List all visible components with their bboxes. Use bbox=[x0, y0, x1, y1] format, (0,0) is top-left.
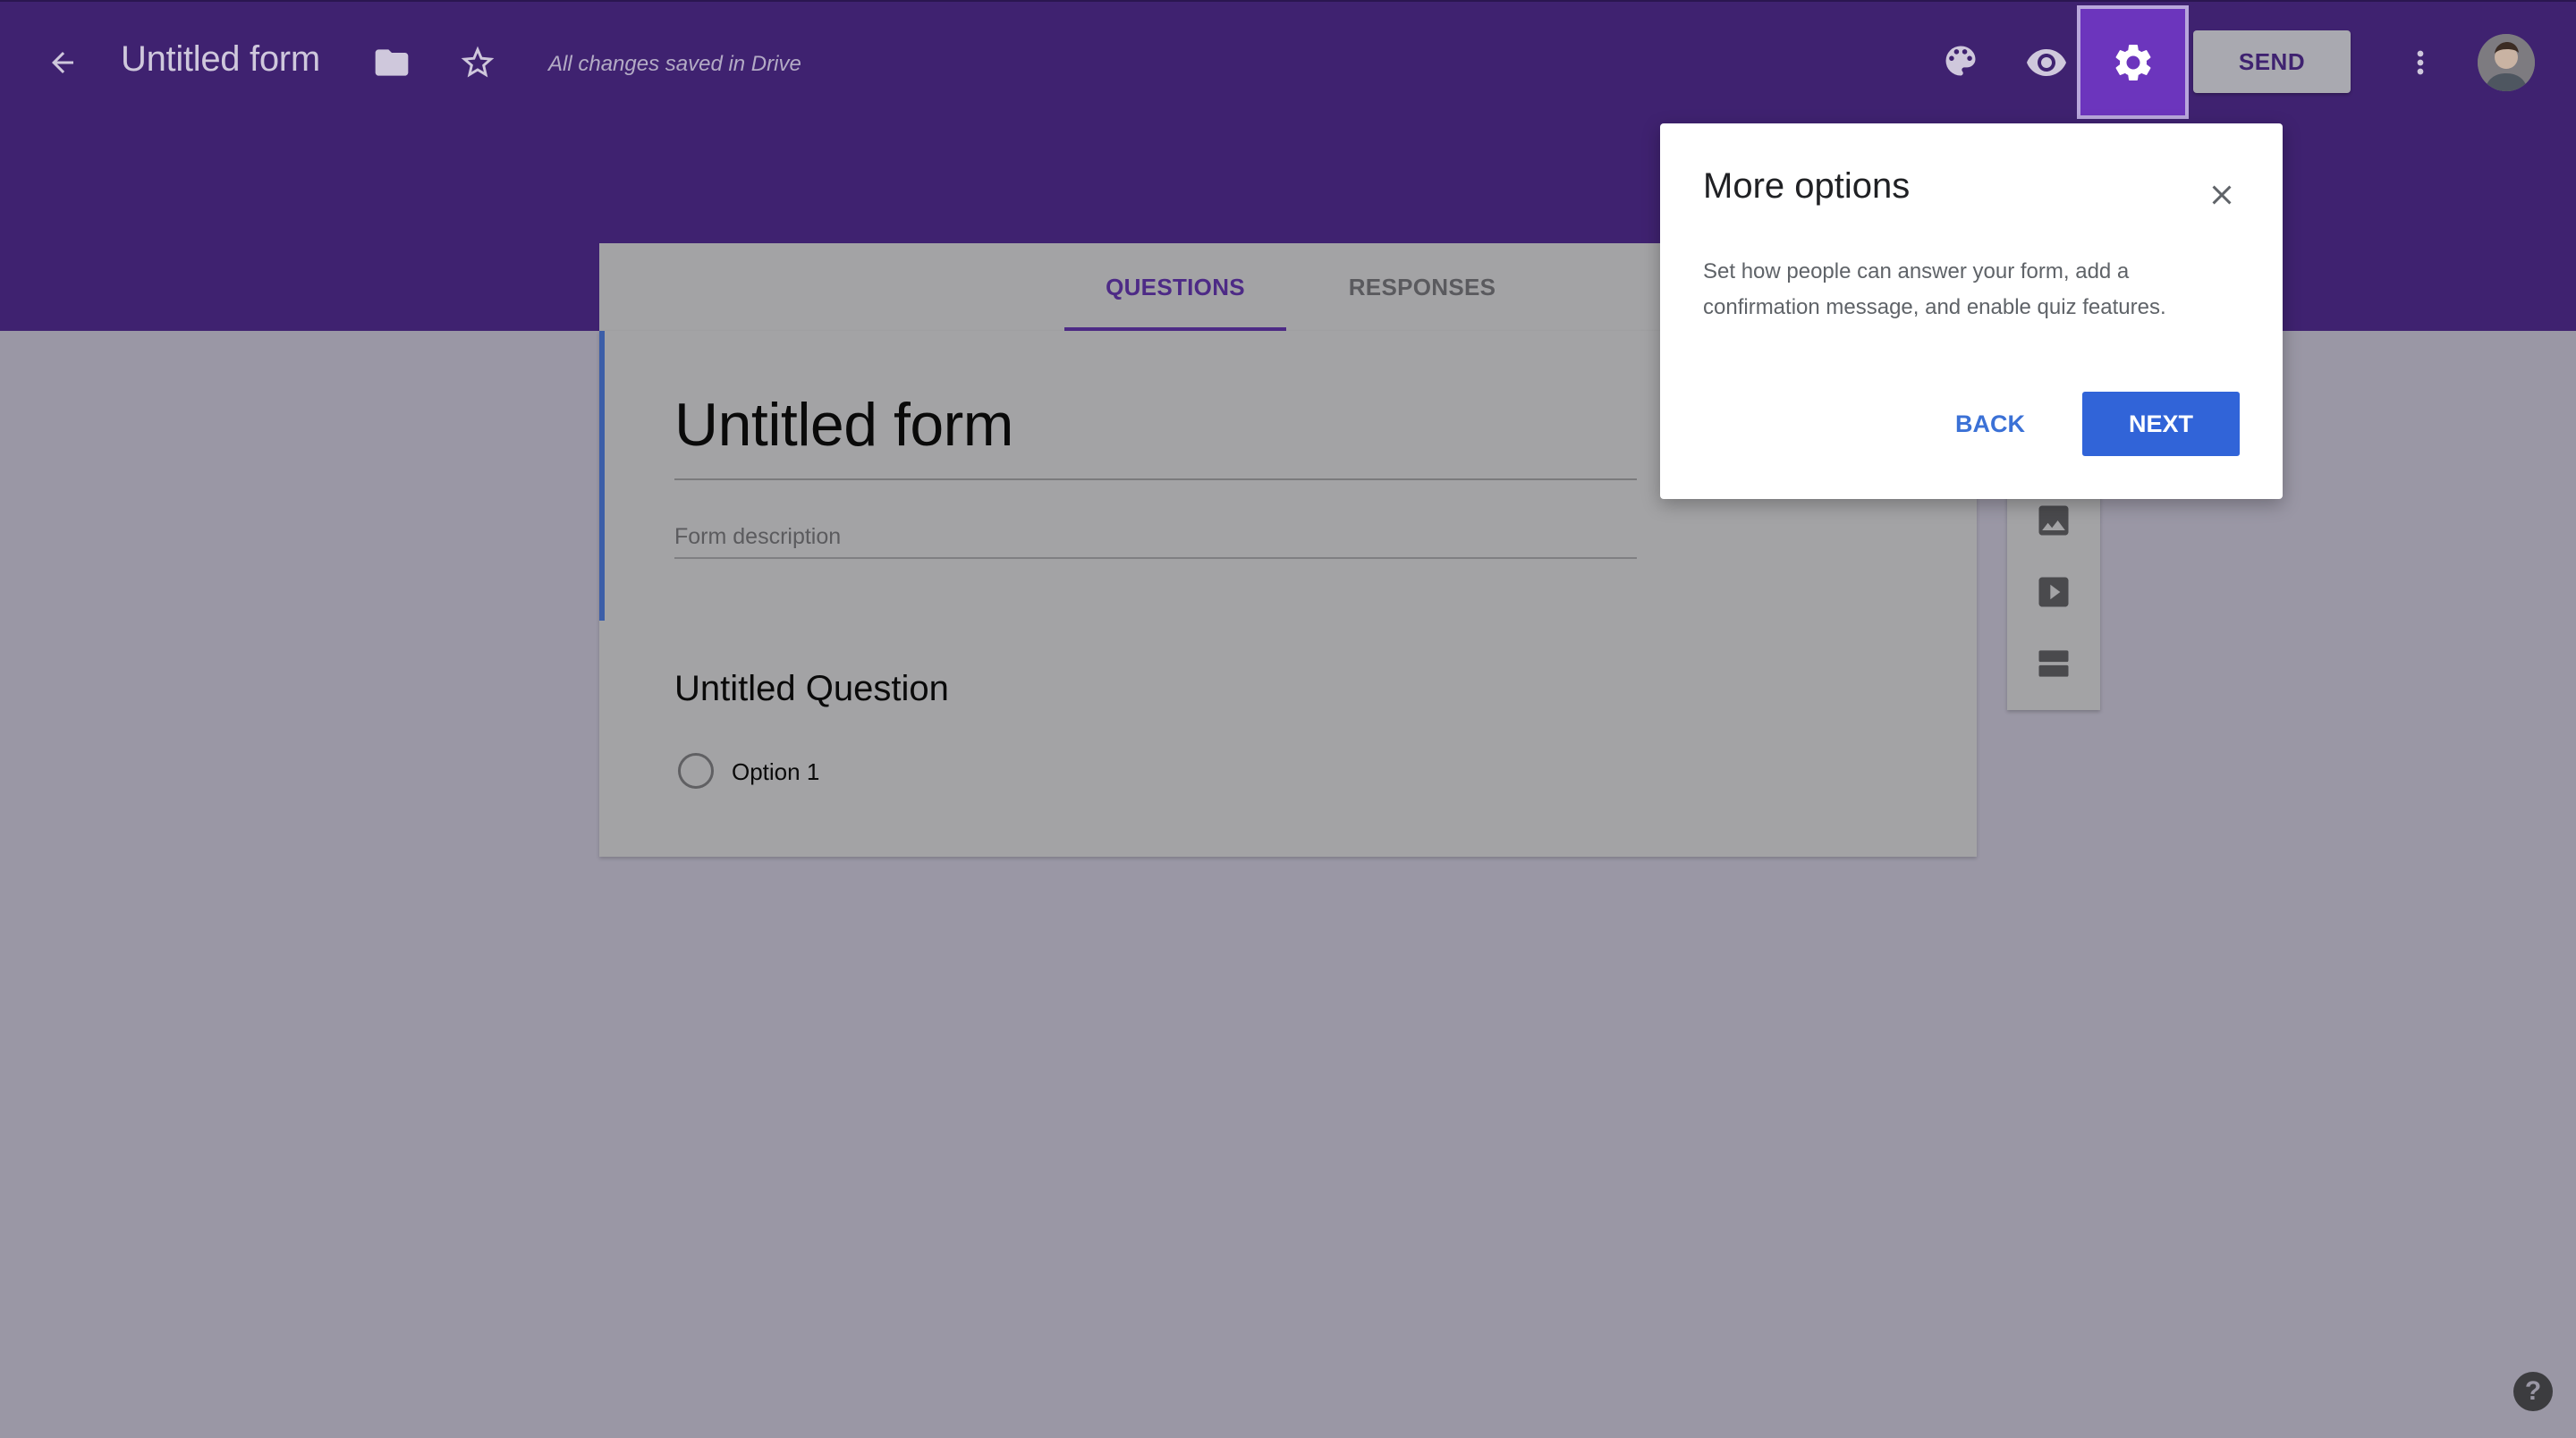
side-toolbar bbox=[2007, 483, 2100, 710]
next-button[interactable]: NEXT bbox=[2082, 392, 2240, 456]
option-radio[interactable] bbox=[678, 753, 714, 789]
folder-icon[interactable] bbox=[369, 39, 415, 86]
close-icon[interactable] bbox=[2195, 168, 2249, 222]
back-button[interactable]: BACK bbox=[1923, 392, 2057, 456]
image-icon bbox=[2034, 501, 2073, 540]
send-button[interactable]: SEND bbox=[2193, 30, 2351, 93]
add-image-button[interactable] bbox=[2027, 494, 2080, 547]
section-icon bbox=[2034, 644, 2073, 683]
question-title[interactable]: Untitled Question bbox=[674, 669, 949, 709]
star-icon[interactable] bbox=[453, 38, 503, 88]
gear-icon bbox=[2111, 40, 2156, 85]
form-description-field[interactable]: Form description bbox=[674, 524, 841, 550]
avatar[interactable] bbox=[2478, 34, 2535, 91]
back-arrow-icon[interactable] bbox=[39, 39, 86, 86]
save-status: All changes saved in Drive bbox=[548, 52, 801, 76]
form-title-field[interactable]: Untitled form bbox=[674, 390, 1013, 460]
tab-questions[interactable]: QUESTIONS bbox=[1064, 243, 1286, 331]
top-border bbox=[0, 0, 2576, 2]
option-label[interactable]: Option 1 bbox=[732, 758, 819, 786]
form-description-underline bbox=[674, 557, 1637, 559]
palette-icon[interactable] bbox=[1937, 38, 1984, 84]
eye-icon[interactable] bbox=[2021, 38, 2072, 88]
help-button[interactable]: ? bbox=[2513, 1372, 2553, 1411]
tab-responses[interactable]: RESPONSES bbox=[1311, 243, 1533, 331]
settings-button[interactable] bbox=[2077, 5, 2189, 119]
active-section-accent bbox=[599, 331, 605, 621]
add-video-button[interactable] bbox=[2027, 565, 2080, 619]
form-name[interactable]: Untitled form bbox=[121, 39, 320, 80]
video-icon bbox=[2034, 572, 2073, 612]
dialog-title: More options bbox=[1703, 166, 1911, 206]
add-section-button[interactable] bbox=[2027, 637, 2080, 690]
form-title-underline bbox=[674, 478, 1637, 480]
more-vert-icon[interactable] bbox=[2402, 38, 2438, 88]
dialog-body: Set how people can answer your form, add… bbox=[1703, 259, 2166, 319]
